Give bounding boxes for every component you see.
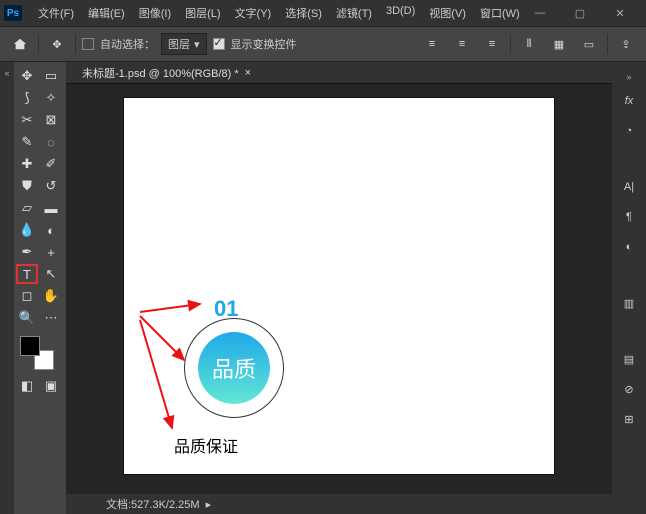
right-panel-strip: » fx ◔ A| ¶ ◐ ▥ ▤ ⊘ ⊞ [612,62,646,514]
home-icon[interactable] [8,32,32,56]
toolbox: ✥▭ ⟆✧ ✂⊠ ✎◌ ✚✐ ⛊↺ ▱▬ 💧◐ ✒+ T↖ ◻✋ 🔍⋯ ◧▣ [14,62,66,514]
arrange-icon[interactable]: ▭ [577,32,601,56]
move-tool[interactable]: ✥ [16,66,38,86]
transform-controls-checkbox[interactable] [213,38,225,50]
artwork-number: 01 [214,296,238,322]
menu-view[interactable]: 视图(V) [423,1,472,25]
align-icon-3[interactable]: ≡ [480,32,504,56]
auto-select-dropdown[interactable]: 图层▾ [161,33,207,55]
quickmask-tool[interactable]: ◧ [16,376,38,396]
history-brush-tool[interactable]: ↺ [40,176,62,196]
document-tab[interactable]: 未标题-1.psd @ 100%(RGB/8) *× [66,62,612,84]
menu-select[interactable]: 选择(S) [279,1,328,25]
artwork-circle: 01 品质 [184,318,284,418]
menu-3d[interactable]: 3D(D) [380,1,421,25]
main-menu: 文件(F) 编辑(E) 图像(I) 图层(L) 文字(Y) 选择(S) 滤镜(T… [32,1,526,25]
left-collapse[interactable]: « [0,62,14,514]
brush-panel-icon[interactable]: ◐ [618,236,640,258]
more-tools[interactable]: ⋯ [40,308,62,328]
menu-filter[interactable]: 滤镜(T) [330,1,378,25]
menu-edit[interactable]: 编辑(E) [82,1,131,25]
auto-select-checkbox[interactable] [82,38,94,50]
menu-type[interactable]: 文字(Y) [229,1,278,25]
window-controls: — ▢ ✕ [526,7,642,20]
status-bar: 文档:527.3K/2.25M ▸ [66,494,612,514]
color-swatch[interactable] [20,336,60,372]
canvas-viewport[interactable]: 01 品质 品质保证 [66,84,612,494]
canvas[interactable]: 01 品质 品质保证 [124,98,554,474]
move-tool-icon[interactable]: ✥ [45,32,69,56]
menu-file[interactable]: 文件(F) [32,1,80,25]
hand-tool[interactable]: ✋ [40,286,62,306]
auto-select-label: 自动选择： [100,36,155,52]
distribute-icon[interactable]: ⫴ [517,32,541,56]
type-tool[interactable]: T [16,264,38,284]
marquee-tool[interactable]: ▭ [40,66,62,86]
swatches-panel-icon[interactable]: ▥ [618,292,640,314]
ellipse-marquee-tool[interactable]: ◌ [40,132,62,152]
screenmode-tool[interactable]: ▣ [40,376,62,396]
dodge-tool[interactable]: ◐ [40,220,62,240]
artwork-caption: 品质保证 [174,433,238,457]
character-panel-icon[interactable]: A| [618,176,640,198]
title-bar: Ps 文件(F) 编辑(E) 图像(I) 图层(L) 文字(Y) 选择(S) 滤… [0,0,646,26]
minimize-button[interactable]: — [526,7,554,20]
adjustments-panel-icon[interactable]: ⊘ [618,378,640,400]
pen-tool[interactable]: ✒ [16,242,38,262]
menu-window[interactable]: 窗口(W) [474,1,526,25]
stamp-tool[interactable]: ⛊ [16,176,38,196]
3d-mode-icon[interactable]: ▦ [547,32,571,56]
app-logo: Ps [4,5,22,21]
workspace: « ✥▭ ⟆✧ ✂⊠ ✎◌ ✚✐ ⛊↺ ▱▬ 💧◐ ✒+ T↖ ◻✋ 🔍⋯ ◧▣… [0,62,646,514]
eraser-tool[interactable]: ▱ [16,198,38,218]
eyedropper-tool[interactable]: ✎ [16,132,38,152]
artwork-badge: 品质 [198,332,270,404]
lasso-tool[interactable]: ⟆ [16,88,38,108]
gradient-tool[interactable]: ▬ [40,198,62,218]
color-panel-icon[interactable]: ◔ [618,120,640,142]
heal-tool[interactable]: ✚ [16,154,38,174]
zoom-tool[interactable]: 🔍 [16,308,38,328]
brush-tool[interactable]: ✐ [40,154,62,174]
share-icon[interactable]: ⇪ [614,32,638,56]
path-tool[interactable]: ↖ [40,264,62,284]
transform-controls-label: 显示变换控件 [231,36,297,52]
align-icon-2[interactable]: ≡ [450,32,474,56]
paragraph-panel-icon[interactable]: ¶ [618,206,640,228]
status-doc-size: 文档:527.3K/2.25M [106,496,200,512]
properties-panel-icon[interactable]: ⊞ [618,408,640,430]
shape-tool[interactable]: ◻ [16,286,38,306]
align-icon[interactable]: ≡ [420,32,444,56]
blur-tool[interactable]: 💧 [16,220,38,240]
fx-panel-icon[interactable]: fx [618,90,640,112]
menu-layer[interactable]: 图层(L) [179,1,226,25]
close-button[interactable]: ✕ [606,7,634,20]
wand-tool[interactable]: ✧ [40,88,62,108]
frame-tool[interactable]: ⊠ [40,110,62,130]
pen-sub-tool[interactable]: + [40,242,62,262]
maximize-button[interactable]: ▢ [566,7,594,20]
crop-tool[interactable]: ✂ [16,110,38,130]
menu-image[interactable]: 图像(I) [133,1,177,25]
options-bar: ✥ 自动选择： 图层▾ 显示变换控件 ≡ ≡ ≡ ⫴ ▦ ▭ ⇪ [0,26,646,62]
layers-panel-icon[interactable]: ▤ [618,348,640,370]
document-area: 未标题-1.psd @ 100%(RGB/8) *× 01 品质 品质保证 文档… [66,62,612,514]
